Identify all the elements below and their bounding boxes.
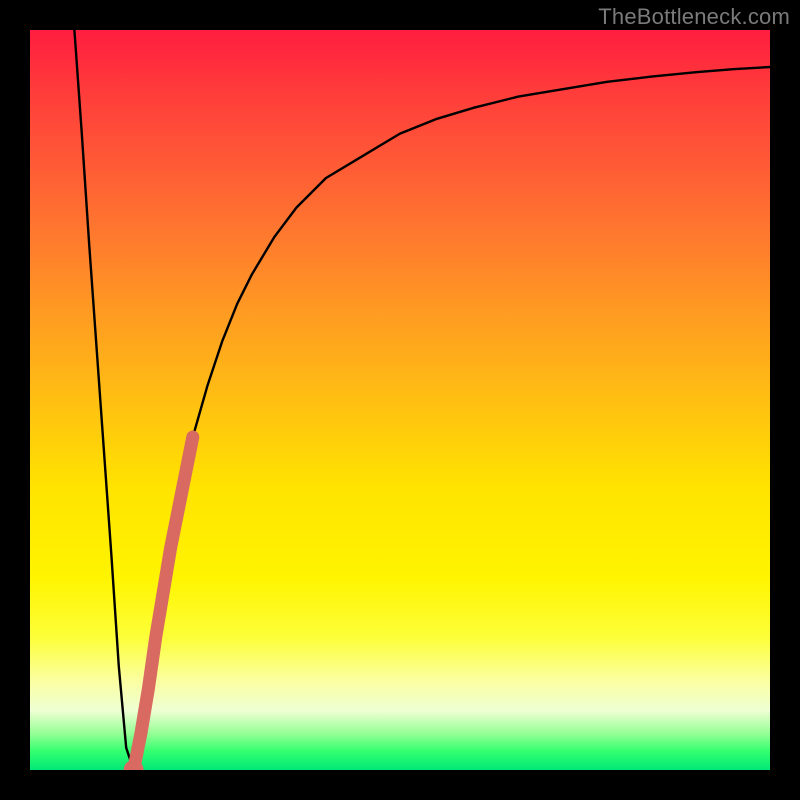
watermark-text: TheBottleneck.com bbox=[598, 4, 790, 30]
right-branch-curve bbox=[134, 67, 770, 770]
left-branch-curve bbox=[74, 30, 133, 770]
marker-segment bbox=[134, 437, 193, 770]
chart-frame: TheBottleneck.com bbox=[0, 0, 800, 800]
chart-svg bbox=[30, 30, 770, 770]
plot-area bbox=[30, 30, 770, 770]
